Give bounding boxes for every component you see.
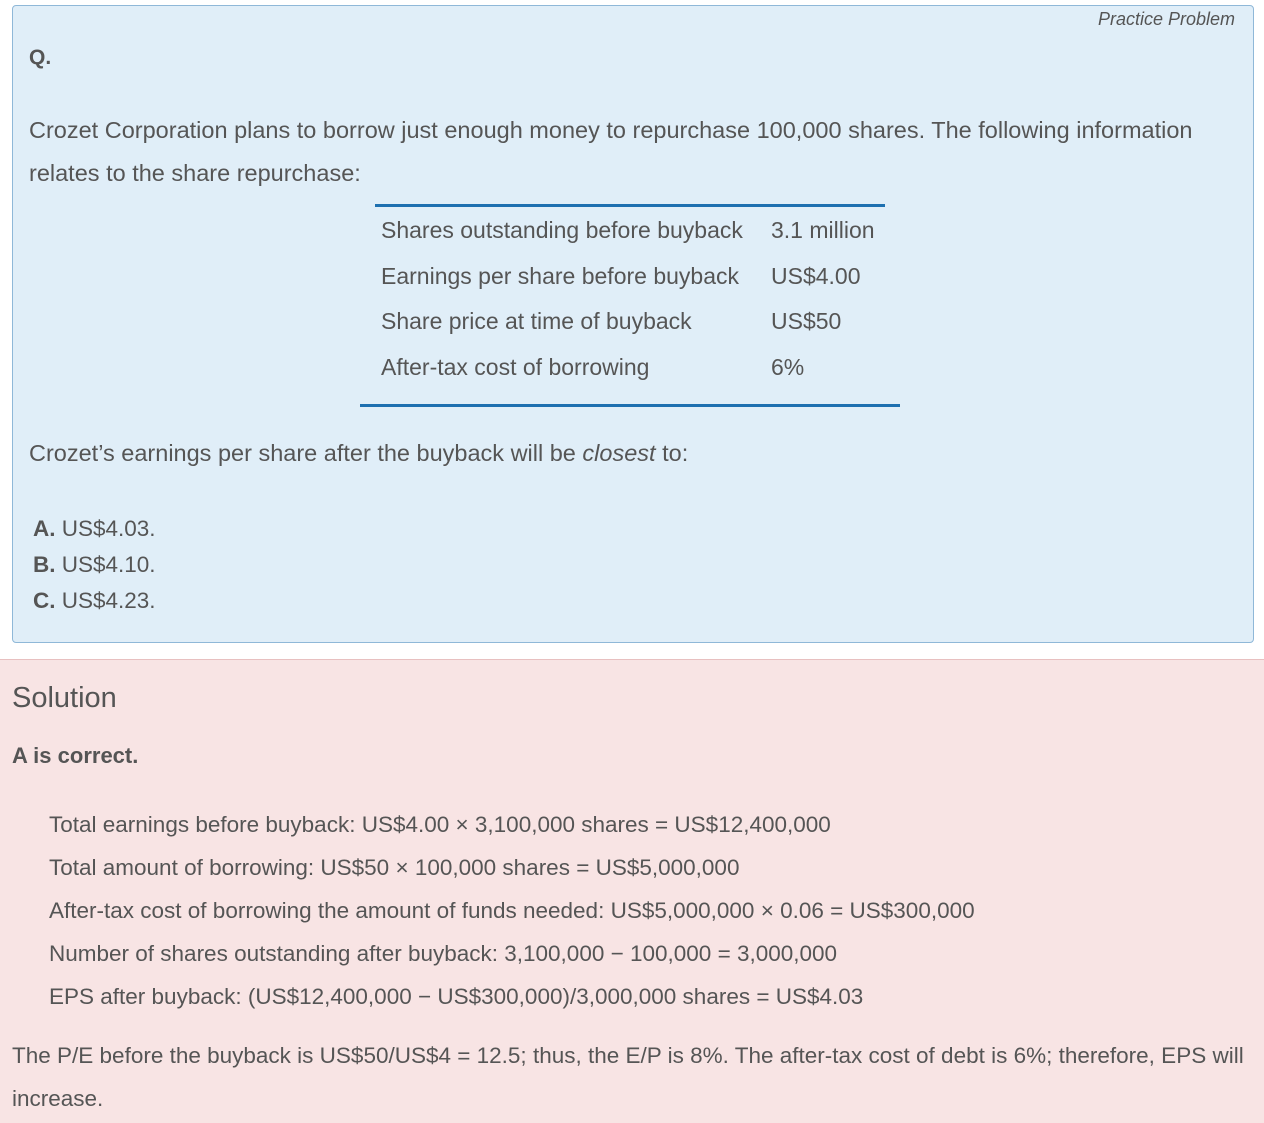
option-letter: B. <box>33 552 56 577</box>
table-row-value: US$4.00 <box>771 263 861 289</box>
question-stem: Crozet Corporation plans to borrow just … <box>29 117 1193 186</box>
option-letter: C. <box>33 588 56 613</box>
table-top-rule <box>375 204 885 207</box>
table-row-value: 3.1 million <box>771 217 875 243</box>
correct-answer: A is correct. <box>12 743 139 768</box>
solution-note: The P/E before the buyback is US$50/US$4… <box>12 1043 1244 1111</box>
table-row-value: US$50 <box>771 308 842 334</box>
practice-problem-box: Practice Problem Q. Crozet Corporation p… <box>12 5 1254 643</box>
table-row-label: After-tax cost of borrowing <box>381 354 650 380</box>
practice-problem-tag: Practice Problem <box>1097 9 1235 29</box>
solution-title: Solution <box>12 682 117 714</box>
solution-box: Solution A is correct. Total earnings be… <box>0 659 1264 1123</box>
question-text: Crozet’s earnings per share after the bu… <box>29 440 688 467</box>
question-emphasis: closest <box>582 440 656 466</box>
solution-step: After-tax cost of borrowing the amount o… <box>49 898 975 923</box>
option-text: US$4.23. <box>55 588 156 613</box>
option-letter: A. <box>33 516 56 541</box>
question-suffix: to: <box>655 440 689 466</box>
solution-step: Number of shares outstanding after buyba… <box>49 941 838 966</box>
table-bottom-rule <box>360 404 900 407</box>
answer-options: A. US$4.03. B. US$4.10. C. US$4.23. <box>33 511 156 619</box>
option-c[interactable]: C. US$4.23. <box>33 583 156 619</box>
solution-step: EPS after buyback: (US$12,400,000 − US$3… <box>49 984 864 1009</box>
solution-step: Total amount of borrowing: US$50 × 100,0… <box>49 855 740 880</box>
option-b[interactable]: B. US$4.10. <box>33 547 156 583</box>
option-text: US$4.03. <box>55 516 156 541</box>
solution-steps: Total earnings before buyback: US$4.00 ×… <box>49 803 975 1018</box>
table-row-label: Share price at time of buyback <box>381 308 692 334</box>
option-a[interactable]: A. US$4.03. <box>33 511 156 547</box>
solution-step: Total earnings before buyback: US$4.00 ×… <box>49 812 831 837</box>
question-label: Q. <box>29 46 52 69</box>
table-row-label: Shares outstanding before buyback <box>381 217 743 243</box>
table-row-value: 6% <box>771 354 805 380</box>
table-row-label: Earnings per share before buyback <box>381 263 739 289</box>
question-prefix: Crozet’s earnings per share after the bu… <box>29 440 583 466</box>
option-text: US$4.10. <box>55 552 156 577</box>
